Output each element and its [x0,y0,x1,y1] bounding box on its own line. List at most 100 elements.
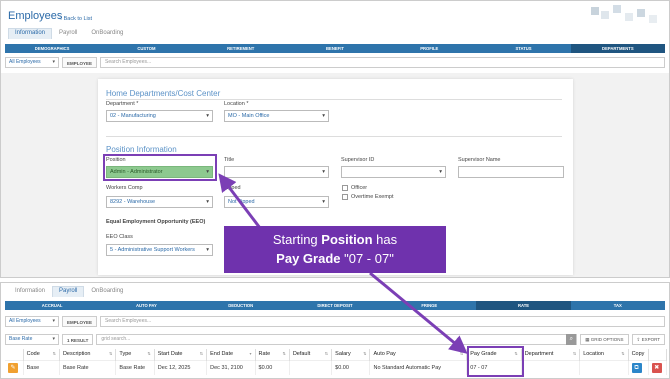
supervisor-id-select[interactable] [341,166,446,178]
trash-icon[interactable]: ✖ [651,362,662,373]
cell-salary: $0.00 [331,359,371,375]
sort-icon: ⇅ [282,351,286,357]
delete-column-header [648,349,668,360]
subnav-rate[interactable]: RATE [476,301,571,310]
export-label: EXPORT [641,336,660,342]
column-header[interactable]: Type ⇅ [115,349,155,360]
subnav-deduction[interactable]: DEDUCTION [194,301,288,310]
employee-group-select[interactable]: All Employees [5,57,59,68]
column-header[interactable]: Location ⇅ [579,349,629,360]
result-count: 1 RESULT [62,333,94,345]
subnav-fringe[interactable]: FRINGE [382,301,476,310]
employee-search-input[interactable]: Search Employees... [100,316,665,327]
overtime-exempt-checkbox[interactable] [342,194,348,200]
cell-description: Base Rate [59,359,117,375]
pay-grade-highlight-box [467,346,524,377]
back-to-list-link[interactable]: « Back to List [59,16,92,22]
home-departments-heading: Home Departments/Cost Center [106,89,221,98]
overtime-exempt-label: Overtime Exempt [351,194,394,200]
bottom-tabs: Information Payroll OnBoarding [8,286,130,297]
subnav-direct-deposit[interactable]: DIRECT DEPOSIT [288,301,382,310]
column-header[interactable]: Rate ⇅ [255,349,290,360]
eeo-heading: Equal Employment Opportunity (EEO) [106,219,206,225]
sort-icon: ⇅ [147,351,151,357]
subnav-benefit[interactable]: BENEFIT [288,44,382,53]
column-header[interactable]: Department ⇅ [521,349,581,360]
sort-icon: ⇅ [199,351,204,357]
export-button[interactable]: ⇪ EXPORT [631,333,665,345]
copy-icon[interactable]: ⧉ [631,362,642,373]
workers-comp-label: Workers Comp [106,185,143,191]
subnav-status[interactable]: STATUS [476,44,570,53]
column-header[interactable]: Start Date ⇅ [154,349,208,360]
grid-options-label: GRID OPTIONS [590,336,624,342]
column-header[interactable]: Code ⇅ [23,349,60,360]
tab-payroll[interactable]: Payroll [52,28,84,39]
callout-line-1: Starting Position has [272,232,398,247]
sort-icon: ⇅ [572,351,577,357]
title-label: Title [224,157,235,163]
divider [106,136,562,137]
cell-start-date: Dec 12, 2025 [154,359,208,375]
subnav-auto-pay[interactable]: AUTO PAY [99,301,193,310]
title-select[interactable] [224,166,329,178]
page-title: Employees [8,10,63,22]
rate-grid: Code ⇅ Description ⇅ Type ⇅ Start Date ⇅ End… [5,349,668,375]
employee-label: EMPLOYEE [62,316,98,327]
rate-type-select[interactable]: Base Rate [5,333,59,345]
cell-end-date: Dec 31, 2100 [206,359,256,375]
sort-icon: ⇅ [459,351,464,357]
column-header[interactable]: Auto Pay ⇅ [369,349,468,360]
grid-options-button[interactable]: ▦ GRID OPTIONS [580,333,629,345]
cell-code: Base [23,359,60,375]
edit-cell: ✎ [5,359,24,375]
cell-department [521,359,581,375]
subnav-departments[interactable]: DEPARTMENTS [570,44,665,53]
grid-search-input[interactable]: grid search... ⌕ [96,333,578,345]
subnav-retirement[interactable]: RETIREMENT [194,44,288,53]
eeo-class-select[interactable]: 5 - Administrative Support Workers [106,244,213,256]
payroll-subnav: ACCRUAL AUTO PAY DEDUCTION DIRECT DEPOSI… [5,301,665,310]
search-icon[interactable]: ⌕ [566,333,577,345]
column-header: Copy [628,349,649,360]
edit-icon[interactable]: ✎ [8,362,18,373]
column-header[interactable]: Salary ⇅ [331,349,371,360]
blurred-avatar [613,5,621,13]
grid-toolbar: Base Rate 1 RESULT grid search... ⌕ ▦ GR… [5,333,665,345]
column-header[interactable]: End Date ▾ [206,349,256,360]
supervisor-name-field[interactable] [458,166,564,178]
subnav-demographics[interactable]: DEMOGRAPHICS [5,44,99,53]
workers-comp-select[interactable]: 8292 - Warehouse [106,196,213,208]
employee-search-input[interactable]: Search Employees... [100,57,665,68]
tab-information[interactable]: Information [8,286,52,297]
copy-cell: ⧉ [628,359,649,375]
tab-onboarding[interactable]: OnBoarding [84,28,130,39]
cell-auto-pay: No Standard Automatic Pay [369,359,468,375]
eeo-class-label: EEO Class [106,234,133,240]
subnav-tax[interactable]: TAX [571,301,665,310]
column-header[interactable]: Default ⇅ [289,349,333,360]
location-select[interactable]: MO - Main Office [224,110,329,122]
blurred-avatar [591,7,599,15]
sort-icon: ▾ [249,351,252,357]
sort-icon: ⇅ [621,351,625,357]
tab-onboarding[interactable]: OnBoarding [84,286,130,297]
subnav-custom[interactable]: CUSTOM [99,44,193,53]
subnav-accrual[interactable]: ACCRUAL [5,301,99,310]
location-label: Location * [224,101,249,107]
employee-group-select[interactable]: All Employees [5,316,59,327]
officer-checkbox[interactable] [342,185,348,191]
information-subnav: DEMOGRAPHICS CUSTOM RETIREMENT BENEFIT P… [5,44,665,53]
subnav-profile[interactable]: PROFILE [382,44,476,53]
column-header[interactable]: Description ⇅ [59,349,117,360]
top-tabs: Information Payroll OnBoarding [8,28,130,39]
sort-icon: ⇅ [324,351,329,357]
department-select[interactable]: 02 - Manufacturing [106,110,213,122]
tipped-select[interactable]: Not Tipped [224,196,329,208]
edit-column-header [5,349,24,360]
tab-payroll[interactable]: Payroll [52,286,85,297]
cell-type: Base Rate [115,359,155,375]
tab-information[interactable]: Information [8,28,53,39]
employee-filter-bar: All Employees EMPLOYEE Search Employees.… [5,316,665,328]
tipped-label: Tipped [224,185,241,191]
